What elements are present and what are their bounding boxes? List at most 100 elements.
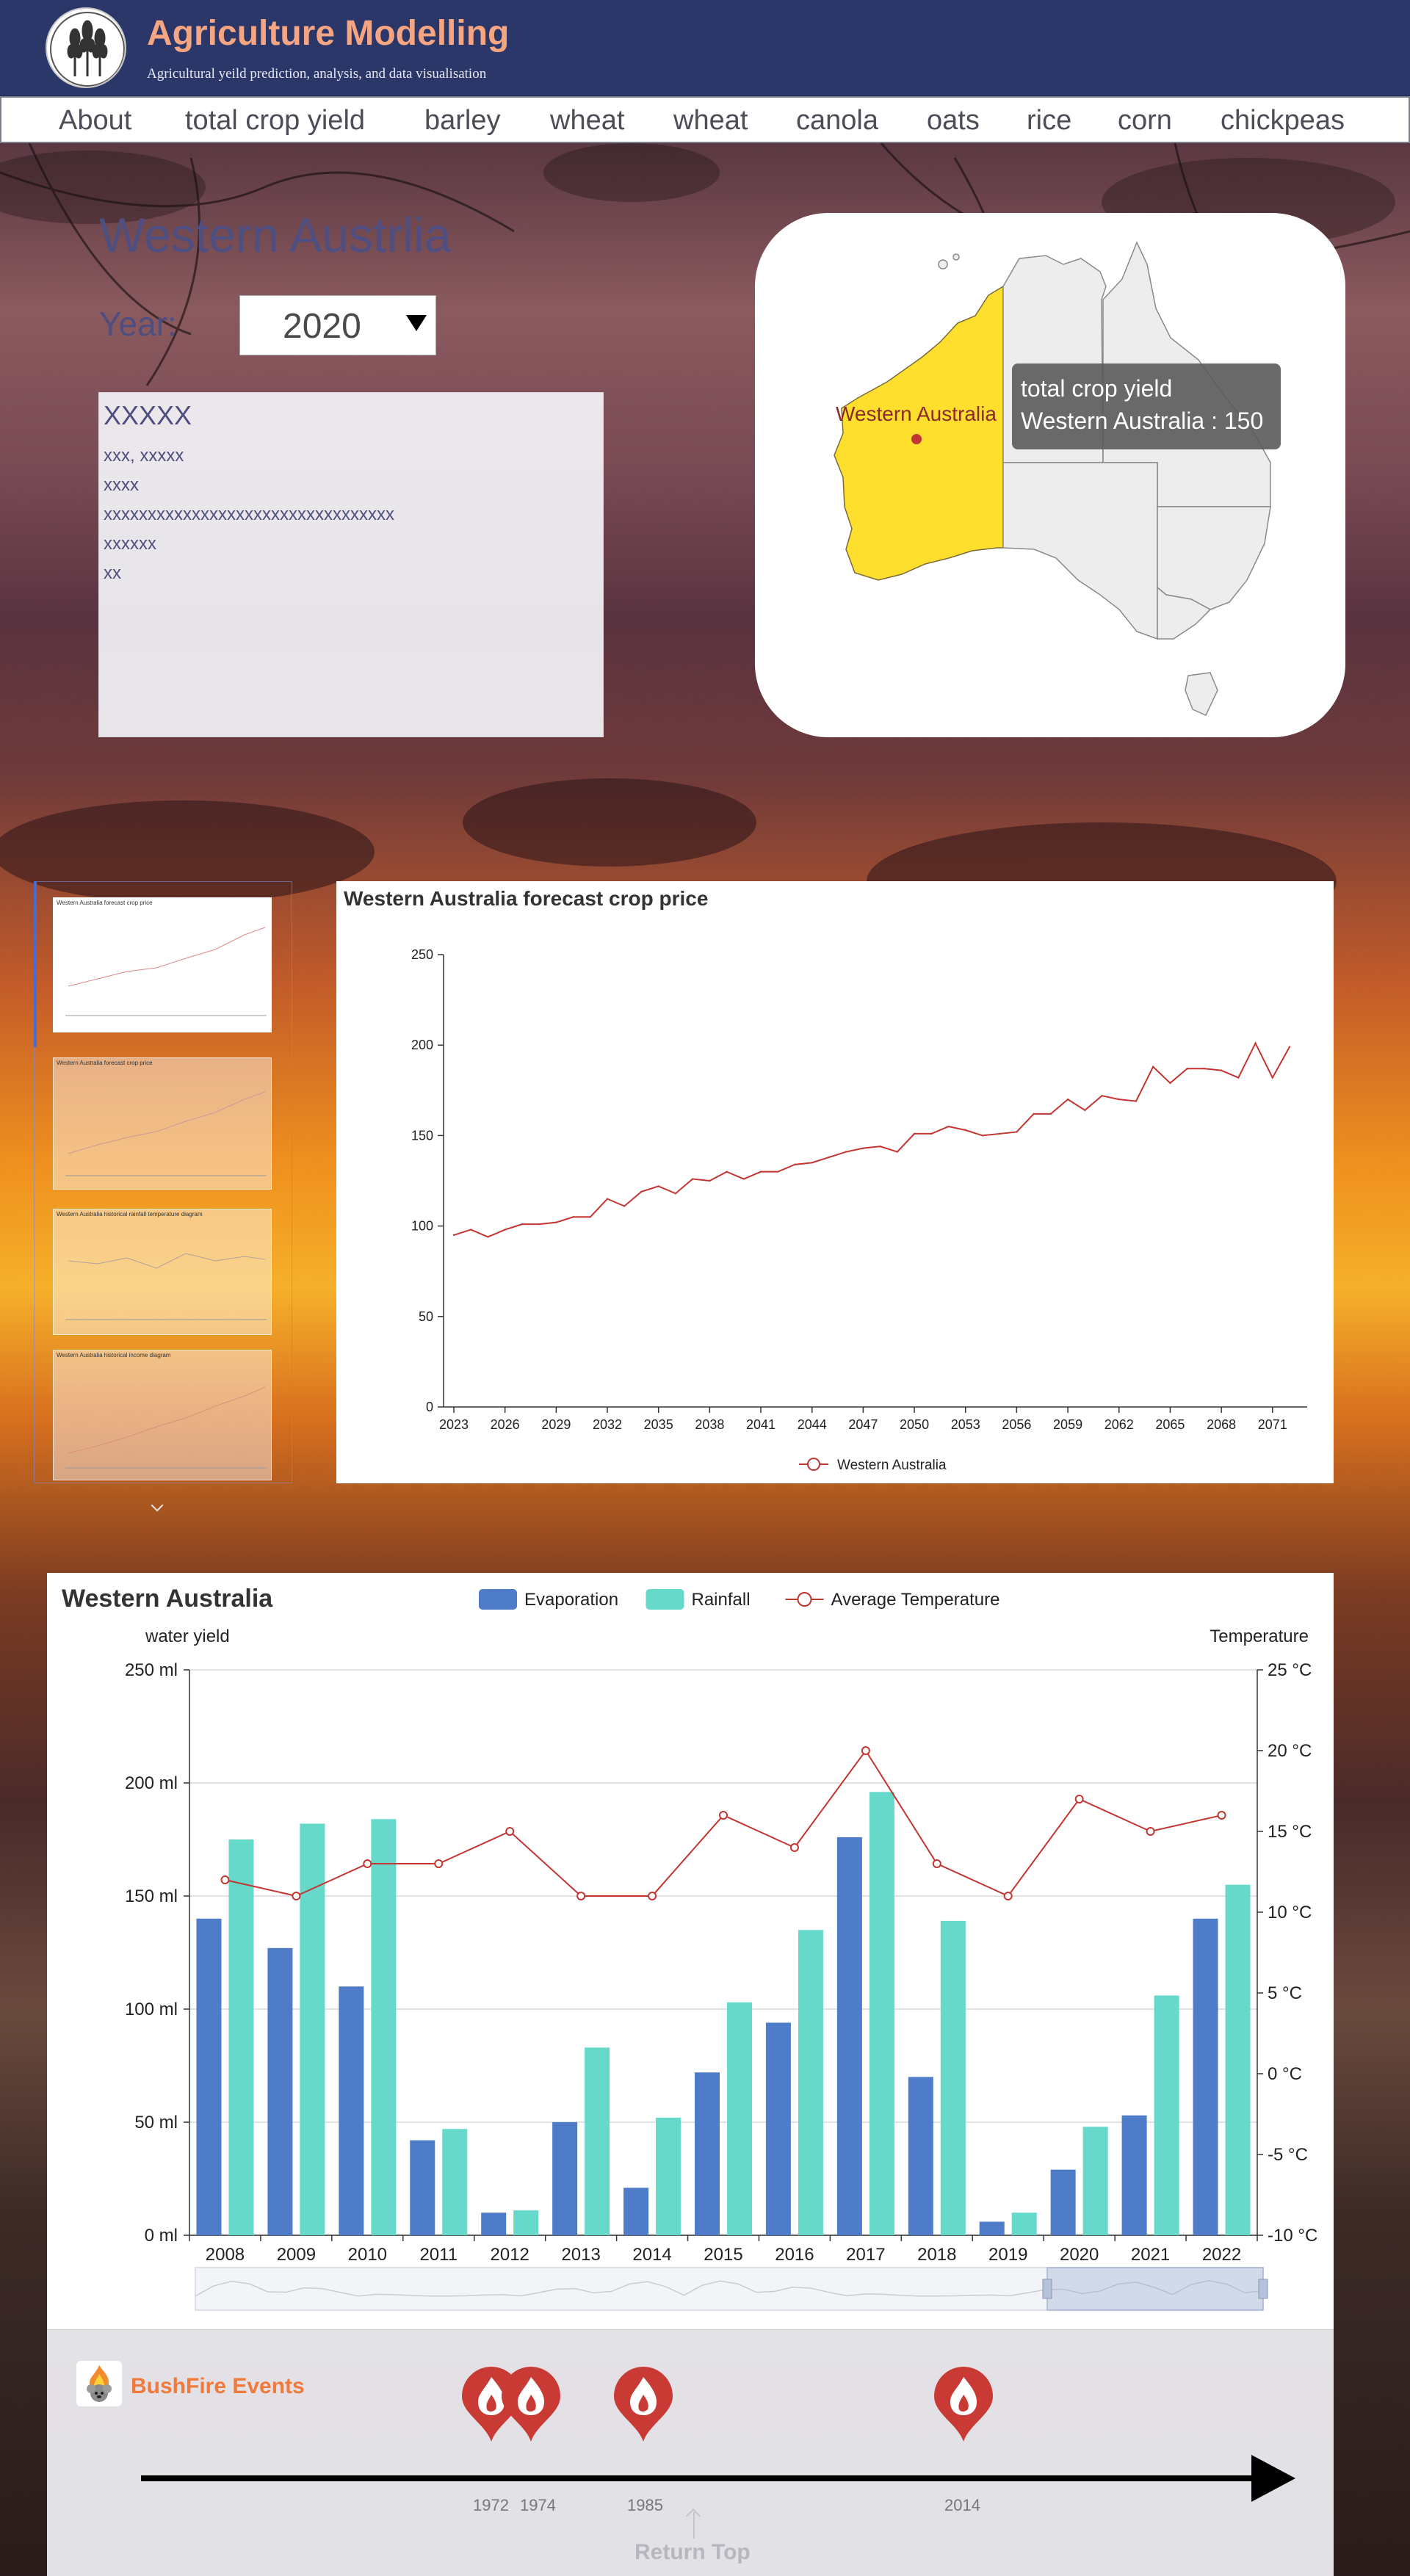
y-tick-label: 100 [411,1219,433,1234]
map-region-new-south-wales[interactable] [1157,506,1271,610]
bar-rainfall[interactable] [1225,1884,1251,2235]
bar-evaporation[interactable] [1193,1918,1218,2235]
temperature-point[interactable] [861,1746,870,1755]
legend-swatch[interactable] [646,1589,684,1610]
bar-evaporation[interactable] [481,2213,507,2235]
nav-item-wheat[interactable]: wheat [550,105,624,137]
map-marker-dot[interactable] [911,434,922,444]
temperature-point[interactable] [363,1859,372,1868]
chart-thumbnail[interactable]: Western Australia historical income diag… [53,1350,272,1480]
nav-item-chickpeas[interactable]: chickpeas [1221,105,1345,137]
fire-location-pin-icon[interactable] [614,2367,673,2442]
data-point [538,1223,540,1226]
data-point [981,1135,984,1137]
data-point [1066,1098,1069,1101]
bar-evaporation[interactable] [836,1837,862,2235]
x-tick-label: 2020 [1060,2245,1099,2265]
legend-label[interactable]: Rainfall [692,1590,751,1610]
nav-item-barley[interactable]: barley [424,105,501,137]
temperature-point[interactable] [648,1892,657,1900]
temperature-point[interactable] [1003,1892,1013,1900]
data-zoom-window[interactable] [1046,2267,1264,2311]
bar-evaporation[interactable] [765,2022,791,2235]
bar-rainfall[interactable] [727,2002,752,2235]
bar-rainfall[interactable] [798,1930,823,2235]
bar-evaporation[interactable] [1121,2115,1147,2235]
temperature-point[interactable] [1074,1795,1084,1803]
temperature-point[interactable] [1146,1827,1155,1836]
bar-rainfall[interactable] [1154,1995,1179,2235]
legend-label[interactable]: Western Australia [837,1458,947,1473]
bar-rainfall[interactable] [585,2047,610,2235]
legend-marker[interactable] [807,1458,820,1471]
temperature-point[interactable] [220,1875,230,1884]
temperature-point[interactable] [789,1843,799,1852]
fire-location-pin-icon[interactable] [502,2367,560,2442]
bar-rainfall[interactable] [1011,2213,1037,2235]
bar-evaporation[interactable] [196,1918,222,2235]
bar-rainfall[interactable] [228,1839,254,2235]
fire-location-pin-icon[interactable] [934,2367,993,2442]
data-point [1186,1068,1188,1070]
series-line [453,1041,1290,1238]
temperature-point[interactable] [576,1892,586,1900]
y-tick-label: 250 ml [125,1660,178,1680]
x-tick-label: 2010 [348,2245,387,2265]
legend-label[interactable]: Evaporation [524,1590,618,1610]
bar-rainfall[interactable] [656,2117,682,2235]
bar-evaporation[interactable] [552,2122,578,2235]
legend-label[interactable]: Average Temperature [831,1590,1000,1610]
temperature-point[interactable] [505,1827,515,1836]
bar-evaporation[interactable] [339,1986,364,2235]
forecast-price-chart: Western Australia forecast crop price 0 5… [336,881,1334,1483]
data-zoom-handle-right[interactable] [1258,2279,1268,2299]
temperature-point[interactable] [932,1859,941,1868]
chevron-down-icon[interactable] [151,1499,164,1512]
thumbnail-active-indicator [34,881,37,1047]
nav-item-total-crop-yield[interactable]: total crop yield [185,105,365,137]
chart-thumbnail[interactable]: Western Australia forecast crop price [53,897,272,1032]
year-select[interactable]: 2020 [239,295,436,355]
bar-evaporation[interactable] [267,1947,293,2235]
return-top-link[interactable]: Return Top [634,2540,751,2565]
map-region-south-australia[interactable] [1002,462,1158,640]
nav-item-oats[interactable]: oats [927,105,980,137]
bar-rainfall[interactable] [371,1819,397,2235]
temperature-point[interactable] [292,1892,301,1900]
bar-rainfall[interactable] [442,2129,468,2235]
bar-evaporation[interactable] [410,2140,435,2235]
bar-evaporation[interactable] [908,2077,933,2235]
bar-rainfall[interactable] [1082,2127,1108,2235]
chart-thumbnail[interactable]: Western Australia historical rainfall te… [53,1209,272,1335]
nav-item-canola[interactable]: canola [796,105,878,137]
temperature-point[interactable] [434,1859,444,1868]
map-tooltip-value: Western Australia : 150 [1021,408,1264,434]
bar-evaporation[interactable] [695,2072,720,2235]
legend-swatch[interactable] [479,1589,517,1610]
wheat-logo-icon[interactable] [46,7,126,88]
y2-tick-label: -5 °C [1268,2145,1308,2165]
x-tick-label: 2053 [951,1417,980,1432]
thumbnail-title: Western Australia historical rainfall te… [57,1211,203,1218]
chart-thumbnail[interactable]: Western Australia forecast crop price [53,1057,272,1190]
australia-map[interactable] [755,213,1345,737]
bar-evaporation[interactable] [623,2188,649,2235]
bar-rainfall[interactable] [869,1792,894,2235]
nav-item-corn[interactable]: corn [1118,105,1172,137]
nav-item-about[interactable]: About [59,105,131,137]
nav-item-wheat-2[interactable]: wheat [673,105,748,137]
legend-marker[interactable] [797,1592,812,1607]
data-point [1169,1082,1171,1085]
data-point [964,1129,966,1132]
map-region-western-australia[interactable] [834,285,1004,581]
data-zoom-handle-left[interactable] [1042,2279,1052,2299]
bar-evaporation[interactable] [979,2221,1005,2235]
bar-rainfall[interactable] [940,1920,966,2235]
bar-rainfall[interactable] [513,2210,539,2235]
temperature-point[interactable] [719,1811,728,1820]
temperature-point[interactable] [1217,1811,1226,1820]
bar-evaporation[interactable] [1050,2169,1076,2235]
nav-item-rice[interactable]: rice [1027,105,1071,137]
data-point [521,1223,524,1226]
map-region-tasmania[interactable] [1185,672,1218,716]
